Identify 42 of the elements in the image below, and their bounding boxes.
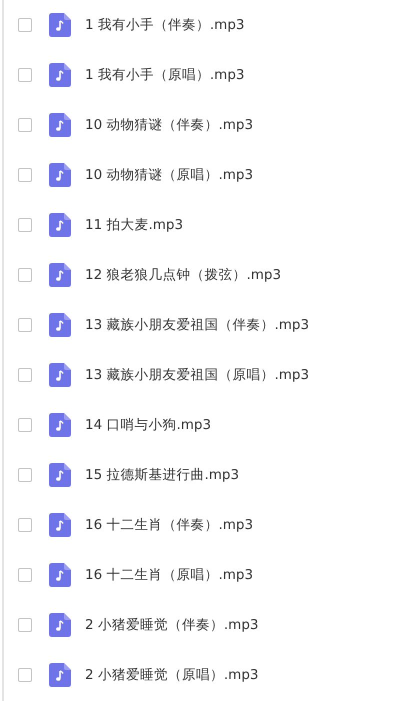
file-name[interactable]: 11 拍大麦.mp3 (85, 216, 184, 234)
file-name[interactable]: 2 小猪爱睡觉（原唱）.mp3 (85, 666, 258, 684)
file-name[interactable]: 14 口哨与小狗.mp3 (85, 416, 212, 434)
checkbox[interactable] (18, 618, 32, 632)
checkbox[interactable] (18, 118, 32, 132)
checkbox[interactable] (18, 318, 32, 332)
file-name[interactable]: 1 我有小手（原唱）.mp3 (85, 66, 244, 84)
checkbox[interactable] (18, 368, 32, 382)
music-file-icon (49, 63, 71, 87)
music-file-icon (49, 363, 71, 387)
file-name[interactable]: 15 拉德斯基进行曲.mp3 (85, 466, 240, 484)
music-file-icon (49, 13, 71, 37)
file-name[interactable]: 13 藏族小朋友爱祖国（原唱）.mp3 (85, 366, 310, 384)
file-name[interactable]: 2 小猪爱睡觉（伴奏）.mp3 (85, 616, 258, 634)
music-file-icon (49, 313, 71, 337)
checkbox[interactable] (18, 268, 32, 282)
file-name[interactable]: 16 十二生肖（伴奏）.mp3 (85, 516, 254, 534)
file-name[interactable]: 13 藏族小朋友爱祖国（伴奏）.mp3 (85, 316, 310, 334)
checkbox[interactable] (18, 218, 32, 232)
music-file-icon (49, 263, 71, 287)
music-file-icon (49, 513, 71, 537)
file-name[interactable]: 1 我有小手（伴奏）.mp3 (85, 16, 244, 34)
file-name[interactable]: 10 动物猜谜（伴奏）.mp3 (85, 116, 254, 134)
music-file-icon (49, 213, 71, 237)
music-file-icon (49, 663, 71, 687)
file-name[interactable]: 10 动物猜谜（原唱）.mp3 (85, 166, 254, 184)
music-file-icon (49, 563, 71, 587)
music-file-icon (49, 113, 71, 137)
file-name[interactable]: 12 狼老狼几点钟（拨弦）.mp3 (85, 266, 282, 284)
checkbox[interactable] (18, 518, 32, 532)
music-file-icon (49, 463, 71, 487)
checkbox[interactable] (18, 418, 32, 432)
checkbox[interactable] (18, 568, 32, 582)
checkbox[interactable] (18, 68, 32, 82)
checkbox[interactable] (18, 668, 32, 682)
file-name[interactable]: 16 十二生肖（原唱）.mp3 (85, 566, 254, 584)
checkbox[interactable] (18, 468, 32, 482)
music-file-icon (49, 613, 71, 637)
music-file-icon (49, 413, 71, 437)
checkbox[interactable] (18, 18, 32, 32)
music-file-icon (49, 163, 71, 187)
checkbox[interactable] (18, 168, 32, 182)
